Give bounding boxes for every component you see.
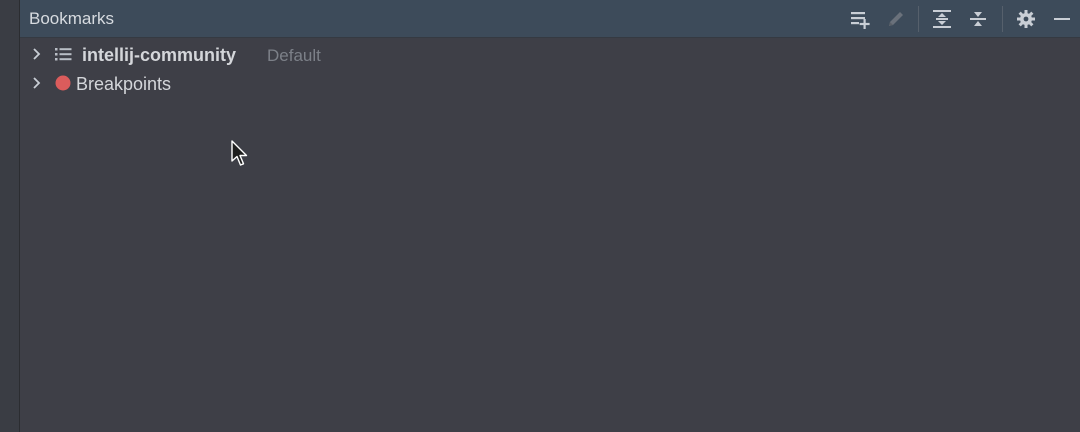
tree-item-label: Breakpoints [76,74,172,94]
tree-row-intellij-community[interactable]: intellij-community Default [20,40,1080,68]
collapse-all-button[interactable] [966,7,990,31]
minimize-button[interactable] [1050,7,1074,31]
chevron-right-icon[interactable] [28,46,44,62]
panel-toolbar [820,0,1080,38]
settings-button[interactable] [1014,7,1038,31]
expand-all-button[interactable] [930,7,954,31]
expand-all-icon [933,10,951,28]
tree-item-hint: Default [267,46,321,65]
toolbar-separator [1002,6,1003,32]
pencil-icon [889,12,903,26]
mouse-cursor-icon [231,140,248,166]
breakpoint-dot-icon [55,75,71,91]
minimize-icon [1054,18,1070,20]
toolbar-separator [918,6,919,32]
chevron-right-icon[interactable] [28,75,44,91]
panel-header: Bookmarks [20,0,1080,38]
tree-item-label: intellij-community [82,45,237,65]
collapse-all-icon [970,12,986,26]
bookmarks-panel: Bookmarks intellij-community Default Bre… [20,0,1080,432]
panel-title: Bookmarks [29,9,115,28]
gear-icon [1017,10,1035,28]
edit-button[interactable] [884,7,908,31]
add-list-icon [851,12,870,29]
list-icon [55,48,72,61]
tree-row-breakpoints[interactable]: Breakpoints [20,69,1080,97]
add-list-button[interactable] [848,7,872,31]
left-tool-strip [0,0,20,432]
